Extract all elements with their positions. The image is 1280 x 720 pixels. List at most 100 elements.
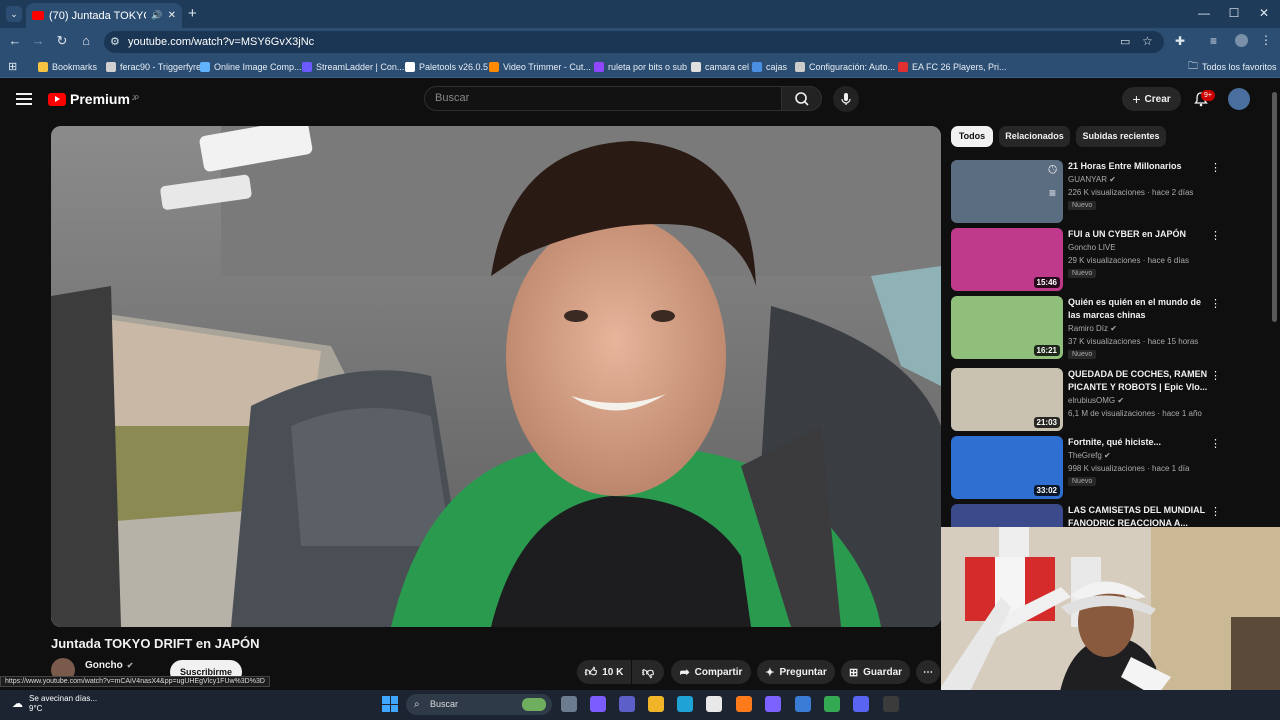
video-title: Juntada TOKYO DRIFT en JAPÓN (51, 636, 260, 651)
related-thumbnail[interactable]: 15:46 (951, 228, 1063, 291)
bookmark-item[interactable]: ruleta por bits o sub (594, 58, 687, 76)
minimize-button[interactable]: — (1194, 6, 1214, 20)
browser-tab[interactable]: (70) Juntada TOKYO DRIFT e 🔊 ✕ (26, 3, 182, 28)
channel-name[interactable]: Goncho ✔ (85, 660, 133, 671)
apps-grid-icon[interactable]: ⊞ (8, 60, 17, 73)
bookmark-item[interactable]: Paletools v26.0.5 (405, 58, 488, 76)
bookmark-favicon-icon (302, 62, 312, 72)
extensions-icon[interactable]: ✚ (1175, 34, 1185, 48)
home-icon[interactable]: ⌂ (78, 33, 94, 48)
obs-icon[interactable] (883, 696, 899, 712)
like-button[interactable]: 👍︎ 10 K (577, 660, 631, 684)
bookmark-item[interactable]: Configuración: Auto... (795, 58, 895, 76)
chip-relacionados[interactable]: Relacionados (999, 126, 1070, 147)
related-thumbnail[interactable]: 33:02 (951, 436, 1063, 499)
related-title[interactable]: FUI a UN CYBER en JAPÓN (1068, 228, 1208, 241)
related-channel[interactable]: GUANYAR ✔ (1068, 175, 1116, 184)
watch-later-icon[interactable]: 🕓︎ (1048, 164, 1057, 177)
chip-subidas-recientes[interactable]: Subidas recientes (1076, 126, 1166, 147)
share-button[interactable]: ➦ Compartir (671, 660, 751, 684)
related-title[interactable]: 21 Horas Entre Millonarios (1068, 160, 1208, 173)
teams-icon[interactable] (619, 696, 635, 712)
related-thumbnail[interactable]: 16:21 (951, 296, 1063, 359)
discord-icon[interactable] (853, 696, 869, 712)
profile-avatar-icon[interactable] (1235, 34, 1248, 47)
bookmark-favicon-icon (106, 62, 116, 72)
related-thumbnail[interactable] (951, 504, 1063, 527)
dislike-button[interactable]: 👎︎ (632, 660, 664, 684)
related-thumbnail[interactable]: 🕓︎ ≡ (951, 160, 1063, 223)
reload-icon[interactable]: ↻ (54, 33, 70, 49)
more-dots-icon: ⋯ (923, 666, 933, 678)
edge-icon[interactable] (677, 696, 693, 712)
search-button[interactable] (781, 86, 822, 111)
maximize-button[interactable]: ☐ (1224, 6, 1244, 20)
voice-search-button[interactable] (833, 86, 859, 112)
ask-button[interactable]: ✦ Preguntar (757, 660, 835, 684)
forward-arrow-icon[interactable]: → (30, 33, 46, 48)
related-thumbnail[interactable]: 21:03 (951, 368, 1063, 431)
related-title[interactable]: LAS CAMISETAS DEL MUNDIAL (1068, 504, 1208, 517)
chip-todos[interactable]: Todos (951, 126, 993, 147)
related-title[interactable]: Quién es quién en el mundo de las marcas… (1068, 296, 1208, 322)
bookmark-item[interactable]: Bookmarks (38, 58, 97, 76)
more-options-icon[interactable]: ⋮ (1210, 161, 1221, 174)
bookmark-item[interactable]: Video Trimmer - Cut... (489, 58, 591, 76)
speaker-icon[interactable]: 🔊 (151, 10, 162, 21)
new-tab-button[interactable]: + (188, 5, 197, 22)
chrome-icon[interactable] (824, 696, 840, 712)
more-options-icon[interactable]: ⋮ (1210, 229, 1221, 242)
scrollbar[interactable] (1272, 92, 1277, 322)
bookmark-favicon-icon (795, 62, 805, 72)
search-input[interactable]: Buscar (424, 86, 782, 111)
weather-widget[interactable]: ☁ Se avecinan días... 9°C (12, 694, 97, 714)
back-arrow-icon[interactable]: ← (7, 33, 23, 48)
related-title[interactable]: QUEDADA DE COCHES, RAMEN PICANTE Y ROBOT… (1068, 368, 1208, 394)
guide-menu-icon[interactable] (16, 90, 32, 106)
save-button[interactable]: ⊞ Guardar (841, 660, 910, 684)
close-window-button[interactable]: ✕ (1254, 6, 1274, 20)
taskbar-search[interactable]: ⌕ Buscar (406, 694, 552, 715)
bookmark-item[interactable]: Online Image Comp... (200, 58, 302, 76)
bookmark-star-icon[interactable]: ☆ (1142, 34, 1153, 48)
browser-menu-icon[interactable]: ⋮ (1260, 33, 1272, 47)
site-info-icon[interactable]: ⚙ (110, 35, 120, 48)
store-icon[interactable] (706, 696, 722, 712)
bookmark-favicon-icon (898, 62, 908, 72)
more-options-icon[interactable]: ⋮ (1210, 369, 1221, 382)
copilot-icon[interactable] (590, 696, 606, 712)
bookmark-item[interactable]: StreamLadder | Con... (302, 58, 404, 76)
cast-icon[interactable]: ▭ (1120, 35, 1130, 48)
start-windows-icon[interactable] (382, 696, 398, 712)
add-to-queue-icon[interactable]: ≡ (1049, 186, 1056, 200)
all-favorites-folder[interactable]: 🗀 Todos los favoritos (1188, 58, 1277, 76)
tab-close-icon[interactable]: ✕ (168, 10, 176, 21)
related-channel[interactable]: elrubiusOMG ✔ (1068, 396, 1124, 405)
bookmark-item[interactable]: ferac90 - Triggerfyre (106, 58, 201, 76)
more-actions-button[interactable]: ⋯ (916, 660, 940, 684)
related-channel[interactable]: Ramiro Díz ✔ (1068, 324, 1117, 333)
firefox-icon[interactable] (736, 696, 752, 712)
more-options-icon[interactable]: ⋮ (1210, 297, 1221, 310)
files-icon[interactable] (561, 696, 577, 712)
tab-search-button[interactable]: ⌄ (6, 6, 22, 22)
weather-cloud-icon: ☁ (12, 698, 23, 710)
related-title[interactable]: Fortnite, qué hiciste... (1068, 436, 1208, 449)
video-player[interactable] (51, 126, 941, 627)
create-button[interactable]: + Crear (1122, 87, 1181, 111)
folder-icon[interactable] (648, 696, 664, 712)
more-options-icon[interactable]: ⋮ (1210, 505, 1221, 518)
youtube-logo[interactable]: Premium JP (48, 91, 139, 107)
notifications-badge: 9+ (1201, 90, 1215, 101)
bookmark-item[interactable]: EA FC 26 Players, Pri... (898, 58, 1007, 76)
reading-list-icon[interactable]: ≡ (1210, 34, 1217, 48)
bookmark-item[interactable]: camara cel (691, 58, 749, 76)
url-text[interactable]: youtube.com/watch?v=MSY6GvX3jNc (128, 36, 314, 48)
account-avatar[interactable] (1228, 88, 1250, 110)
related-channel[interactable]: Goncho LIVE (1068, 243, 1116, 252)
mail-icon[interactable] (765, 696, 781, 712)
more-options-icon[interactable]: ⋮ (1210, 437, 1221, 450)
bookmark-item[interactable]: cajas (752, 58, 787, 76)
related-channel[interactable]: TheGrefg ✔ (1068, 451, 1111, 460)
app-icon[interactable] (795, 696, 811, 712)
